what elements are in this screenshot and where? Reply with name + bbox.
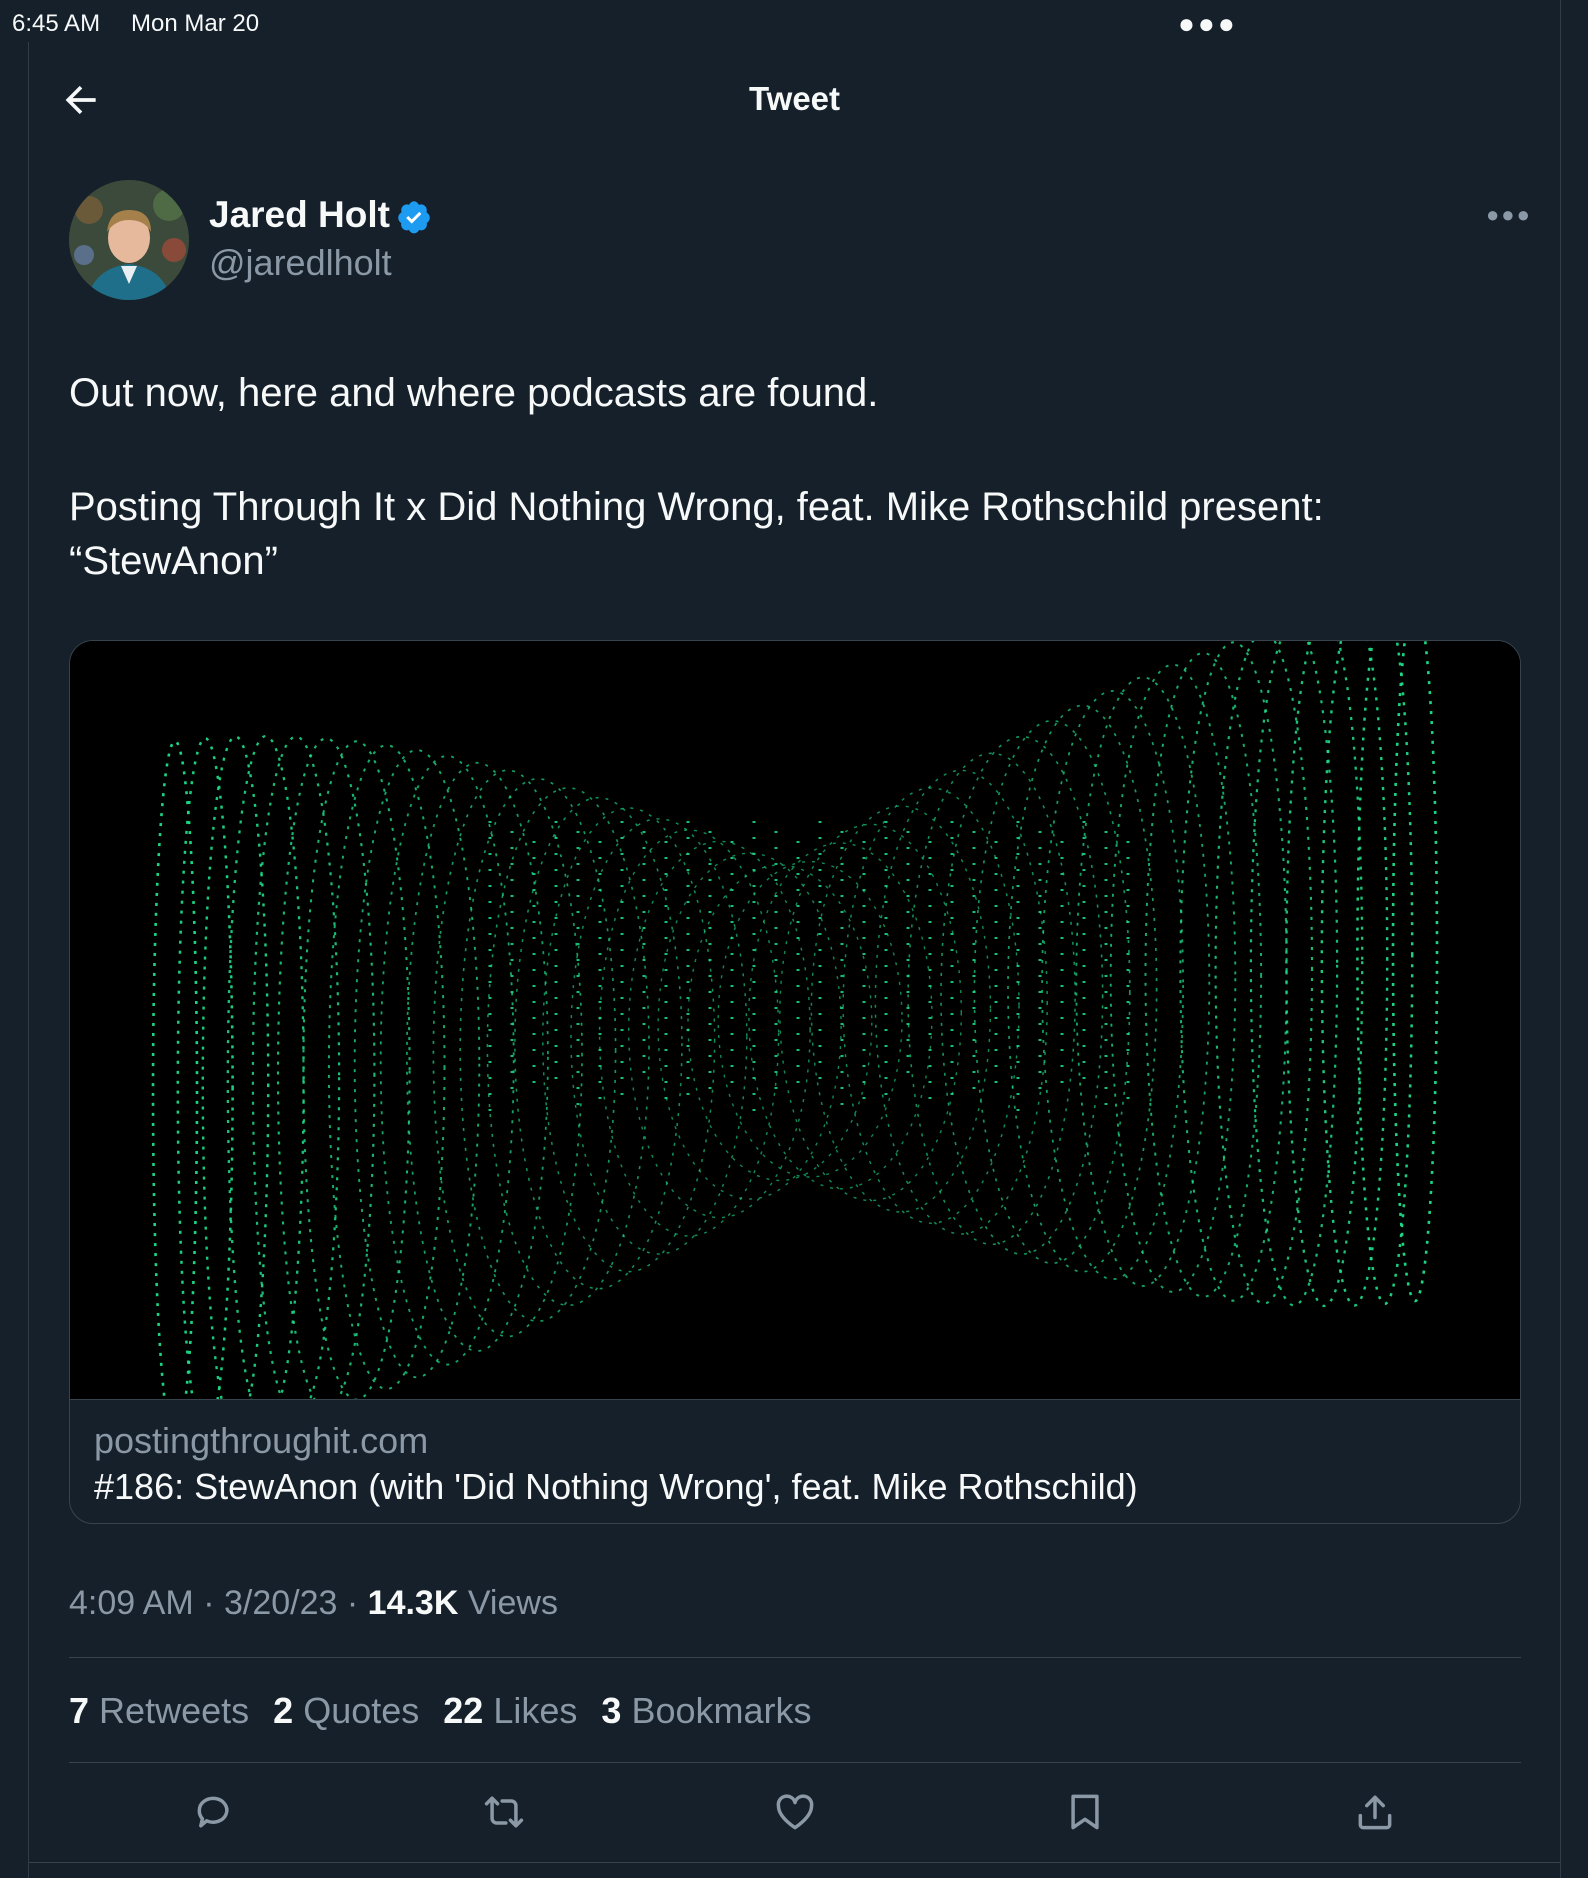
top-bar: Tweet — [29, 60, 1560, 140]
like-icon — [776, 1794, 814, 1830]
bookmark-icon — [1071, 1794, 1099, 1830]
tweet-time: 4:09 AM — [69, 1584, 194, 1622]
status-time: 6:45 AM — [12, 10, 101, 37]
reply-icon — [197, 1796, 229, 1828]
more-options-icon[interactable]: ●●● — [1486, 202, 1532, 228]
bottom-divider — [29, 1862, 1560, 1863]
author-handle[interactable]: @jaredlholt — [209, 242, 392, 284]
tweet-paragraph: Out now, here and where podcasts are fou… — [69, 371, 879, 415]
divider — [69, 1762, 1521, 1763]
card-domain: postingthroughit.com — [94, 1420, 429, 1461]
card-image[interactable] — [70, 641, 1520, 1443]
status-date: Mon Mar 20 — [131, 10, 260, 37]
oscilloscope-art — [70, 641, 1520, 1443]
action-bar — [69, 1786, 1521, 1846]
share-button[interactable] — [1353, 1790, 1397, 1834]
like-button[interactable] — [773, 1790, 817, 1834]
stat-count: 22 — [443, 1690, 484, 1731]
views-count: 14.3K — [367, 1584, 459, 1622]
verified-badge-icon[interactable] — [396, 199, 432, 235]
tweet-meta: 4:09 AM · 3/20/23 · 14.3K Views — [69, 1584, 558, 1623]
stat-count: 3 — [601, 1690, 622, 1731]
share-icon — [1358, 1795, 1392, 1830]
engagement-stats: 7 Retweets 2 Quotes 22 Likes 3 Bookmarks — [69, 1690, 826, 1732]
retweet-icon — [484, 1796, 524, 1828]
meta-separator: · — [346, 1584, 359, 1622]
status-bar: 6:45 AM Mon Mar 20 ●●● — [0, 0, 1588, 46]
tweet-paragraph: Posting Through It x Did Nothing Wrong, … — [69, 485, 1324, 583]
retweet-button[interactable] — [482, 1790, 526, 1834]
frame-border-left — [28, 42, 29, 1878]
avatar[interactable] — [69, 180, 189, 300]
avatar-photo — [69, 180, 189, 300]
stat-likes[interactable]: 22 Likes — [443, 1690, 577, 1731]
stat-count: 2 — [273, 1690, 294, 1731]
author-name[interactable]: Jared Holt — [209, 194, 390, 236]
views-label: Views — [467, 1584, 558, 1622]
stat-count: 7 — [69, 1690, 90, 1731]
stat-label: Bookmarks — [631, 1690, 812, 1731]
card-info[interactable]: postingthroughit.com #186: StewAnon (wit… — [70, 1399, 1520, 1523]
page-title: Tweet — [748, 80, 841, 117]
stat-retweets[interactable]: 7 Retweets — [69, 1690, 249, 1731]
meta-separator: · — [203, 1584, 215, 1622]
frame-border-right — [1560, 0, 1561, 1878]
divider — [69, 1657, 1521, 1658]
tweet-text: Out now, here and where podcasts are fou… — [69, 366, 1509, 588]
stat-label: Quotes — [303, 1690, 420, 1731]
paragraph-spacer — [69, 420, 1509, 480]
card-title: #186: StewAnon (with 'Did Nothing Wrong'… — [94, 1466, 1138, 1507]
stat-label: Retweets — [99, 1690, 250, 1731]
link-card[interactable]: postingthroughit.com #186: StewAnon (wit… — [69, 640, 1521, 1524]
reply-button[interactable] — [192, 1790, 236, 1834]
stat-bookmarks[interactable]: 3 Bookmarks — [601, 1690, 811, 1731]
stat-label: Likes — [493, 1690, 578, 1731]
stat-quotes[interactable]: 2 Quotes — [273, 1690, 419, 1731]
tweet-date: 3/20/23 — [223, 1584, 338, 1622]
bookmark-button[interactable] — [1063, 1790, 1107, 1834]
multitasking-dots-icon[interactable]: ●●● — [1178, 10, 1238, 38]
